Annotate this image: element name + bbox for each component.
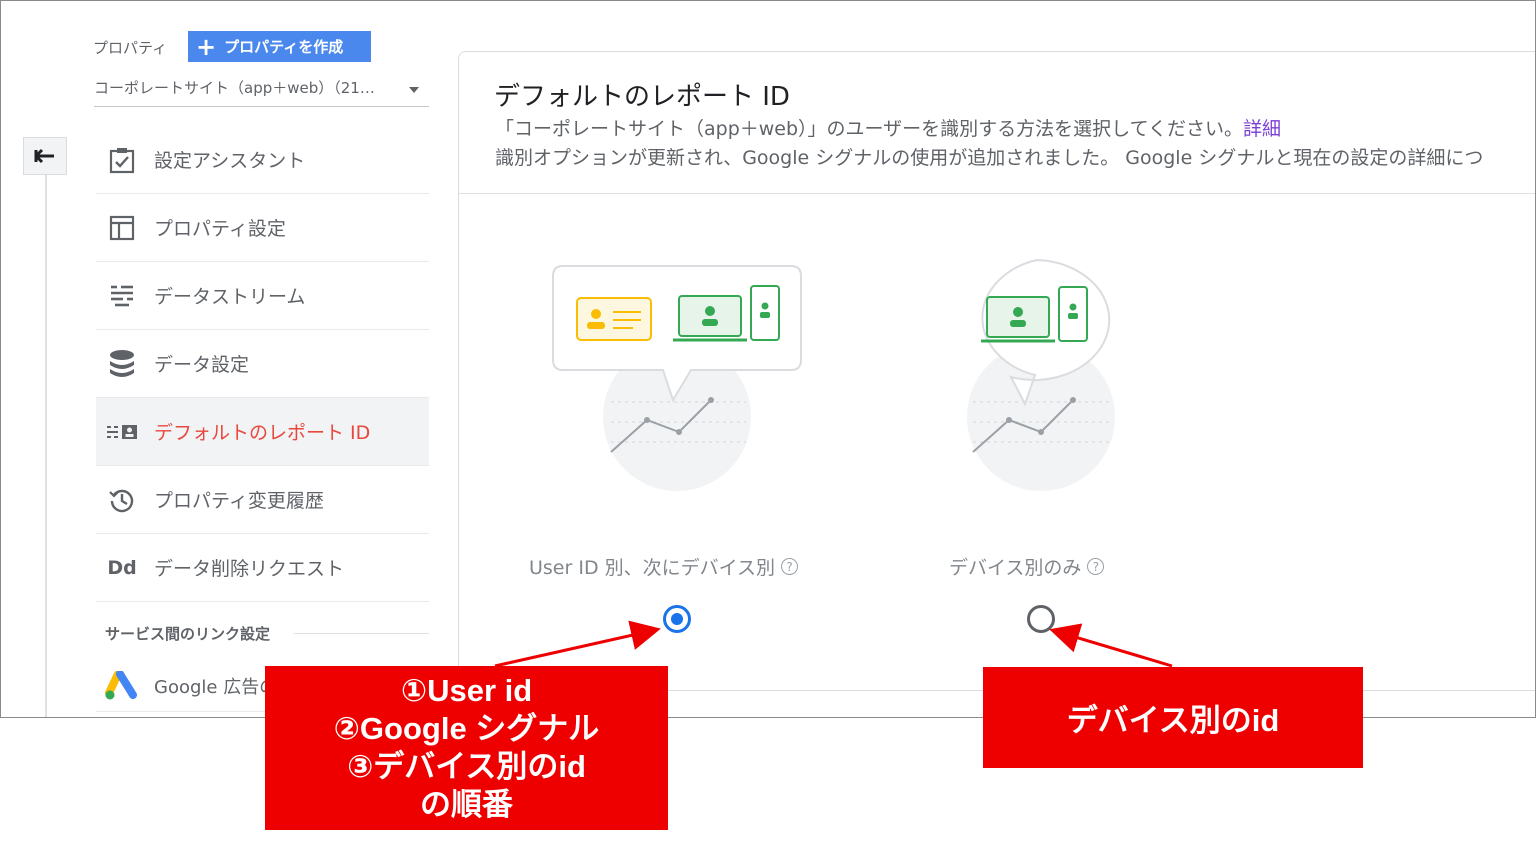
arrow-to-userid-option [494,620,661,668]
callout-line: ②Google シグナル [333,711,600,746]
callout-line: の順番 [420,787,513,822]
arrow-to-device-option [1049,623,1173,668]
callout-line: ①User id [400,673,533,708]
callout-line: ③デバイス別のid [347,749,586,784]
callout-line: デバイス別のid [1066,703,1280,738]
annotation-callout-order: ①User id ②Google シグナル ③デバイス別のid の順番 [265,666,668,830]
annotation-callout-device: デバイス別のid [983,667,1363,768]
